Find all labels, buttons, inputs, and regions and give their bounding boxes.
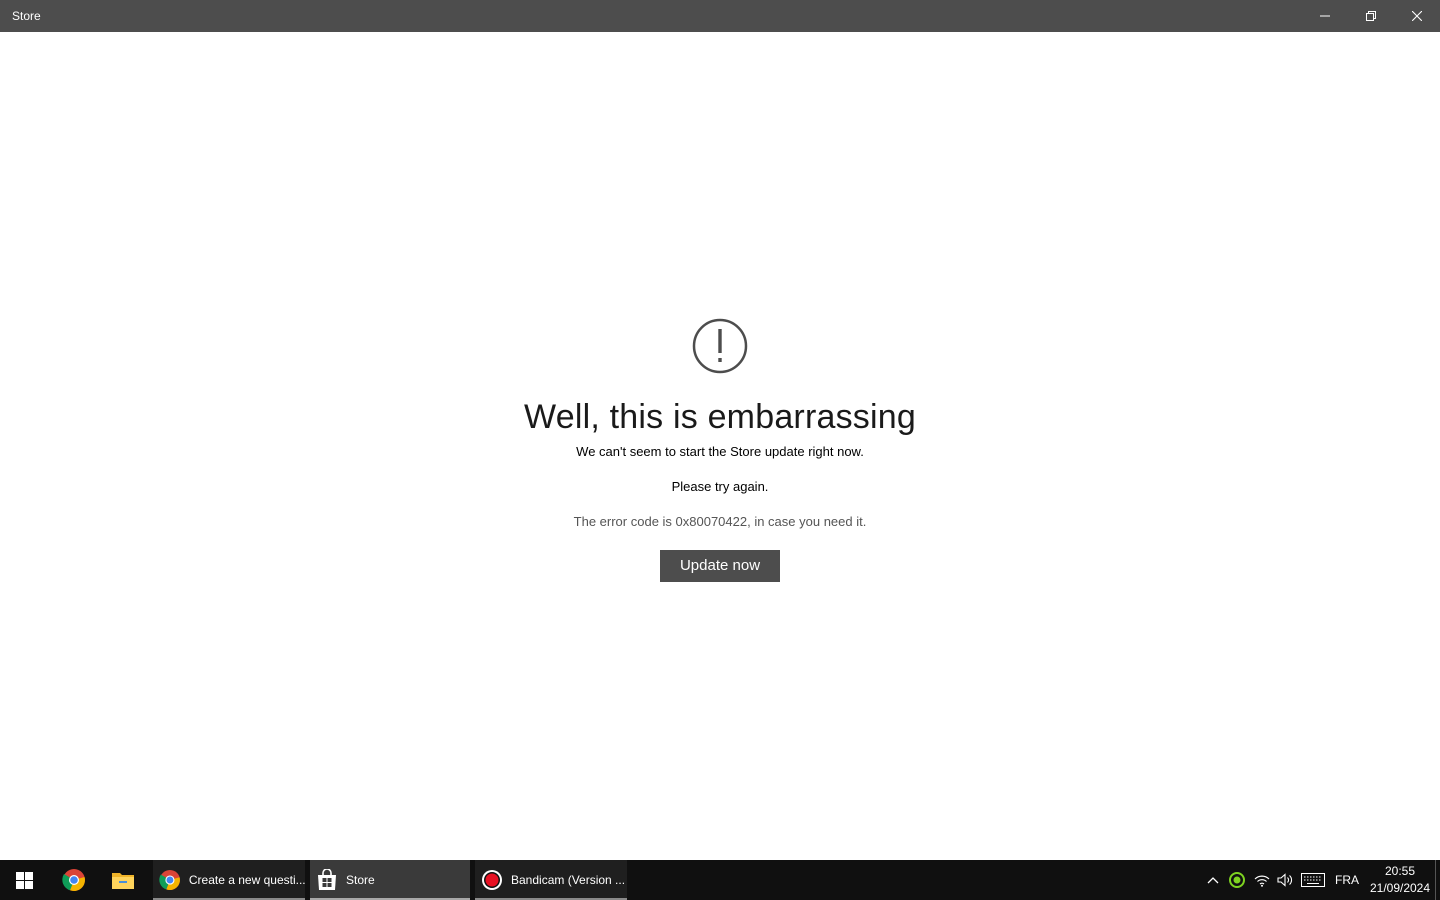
close-button[interactable] [1394, 0, 1440, 32]
error-heading: Well, this is embarrassing [524, 398, 916, 436]
minimize-button[interactable] [1302, 0, 1348, 32]
task-label: Create a new questi... [188, 873, 305, 887]
taskbar-pinned-file-explorer[interactable] [99, 860, 147, 900]
touch-keyboard-button[interactable] [1298, 860, 1328, 900]
taskbar-pinned-chrome[interactable] [50, 860, 98, 900]
error-message: We can't seem to start the Store update … [576, 444, 864, 459]
taskbar-task-bandicam[interactable]: Bandicam (Version ... [475, 860, 627, 900]
store-content: Well, this is embarrassing We can't seem… [0, 32, 1440, 860]
network-button[interactable] [1250, 860, 1274, 900]
file-explorer-icon [112, 873, 134, 889]
keyboard-icon [1301, 873, 1325, 887]
restore-button[interactable] [1348, 0, 1394, 32]
task-label: Store [346, 873, 375, 887]
chrome-icon [62, 869, 85, 892]
exclamation-circle-icon [692, 318, 748, 374]
window-title: Store [12, 9, 41, 23]
chrome-icon [159, 869, 180, 891]
chevron-up-icon [1207, 877, 1219, 884]
error-code-text: The error code is 0x80070422, in case yo… [573, 514, 867, 529]
start-button[interactable] [0, 860, 48, 900]
windows-logo-icon [15, 871, 33, 889]
task-label: Bandicam (Version ... [511, 873, 626, 887]
volume-button[interactable] [1274, 860, 1296, 900]
title-bar[interactable]: Store [0, 0, 1440, 32]
clock-date: 21/09/2024 [1369, 881, 1431, 895]
bandicam-record-icon [482, 870, 502, 890]
retry-text: Please try again. [671, 479, 769, 494]
network-icon [1254, 875, 1270, 887]
green-status-icon [1229, 872, 1245, 888]
clock-time: 20:55 [1384, 864, 1416, 878]
minimize-icon [1320, 15, 1330, 17]
input-language-button[interactable]: FRA [1332, 860, 1362, 900]
show-desktop-button[interactable] [1435, 860, 1440, 900]
volume-icon [1277, 873, 1292, 887]
taskbar-task-chrome[interactable]: Create a new questi... [153, 860, 305, 900]
clock[interactable]: 20:55 21/09/2024 [1366, 863, 1434, 897]
show-hidden-icons-button[interactable] [1202, 860, 1224, 900]
restore-icon [1366, 11, 1376, 21]
close-icon [1412, 11, 1422, 21]
taskbar: Create a new questi... Store Bandicam (V… [0, 860, 1440, 900]
taskbar-task-store[interactable]: Store [310, 860, 470, 900]
store-icon [318, 869, 336, 890]
update-now-button[interactable]: Update now [660, 550, 780, 582]
tray-app-icon[interactable] [1226, 860, 1248, 900]
